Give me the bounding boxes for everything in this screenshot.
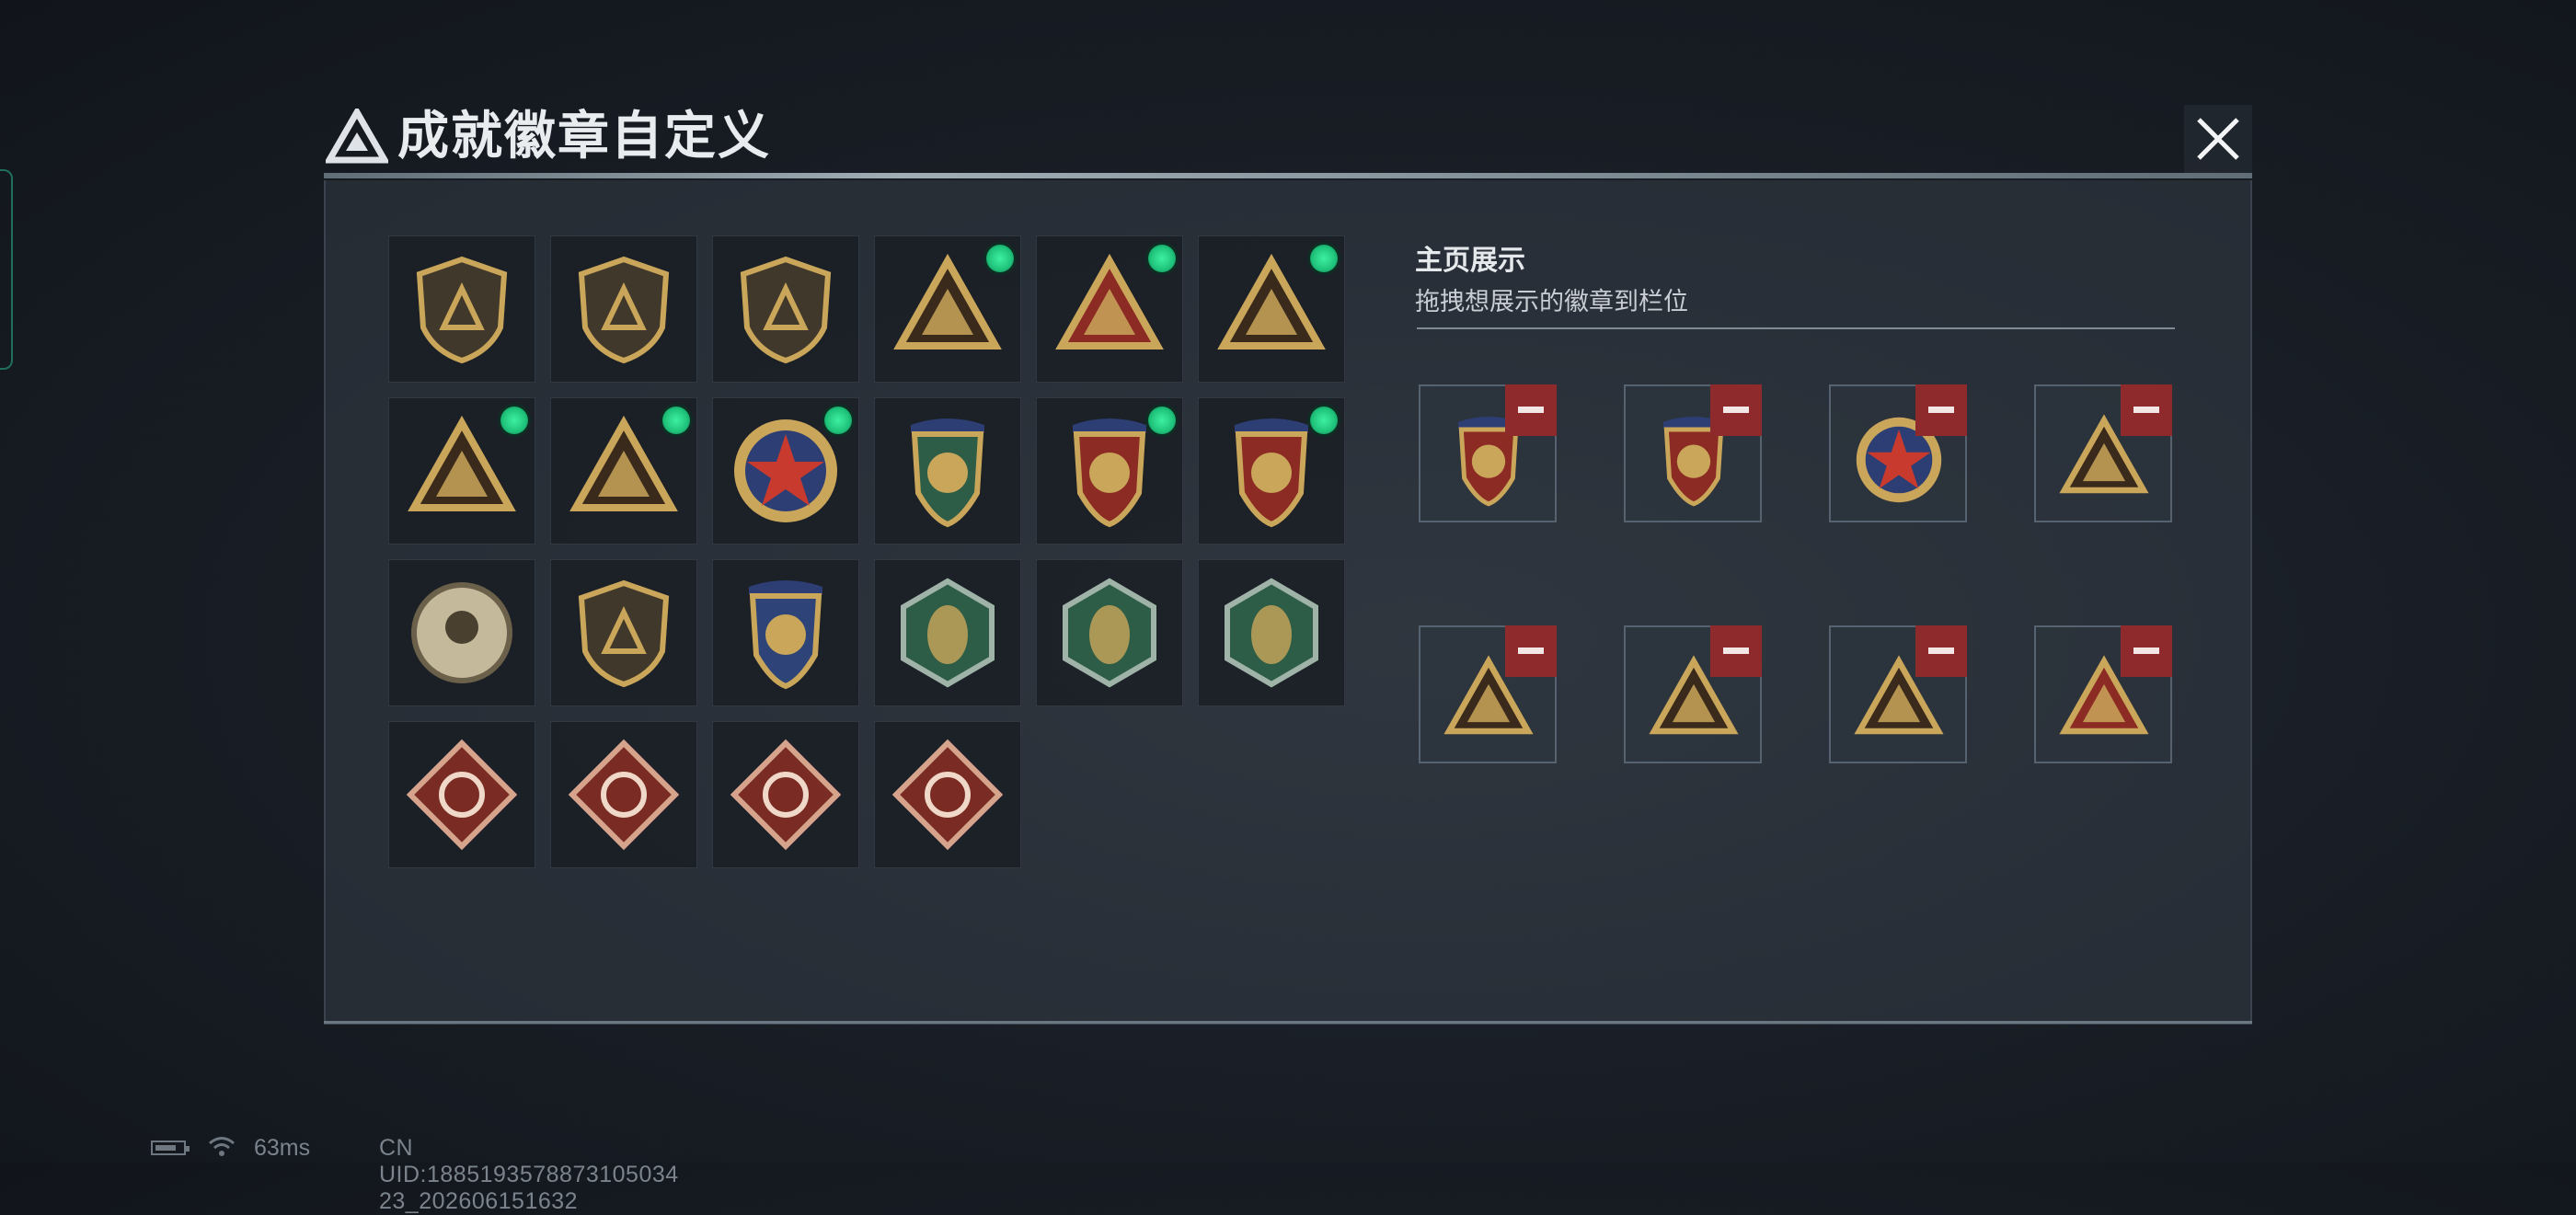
badge-slot[interactable] [550,559,697,706]
equipped-indicator [662,407,690,434]
runner-diamond-badge-icon [568,739,680,851]
remove-badge-button[interactable] [1915,384,1967,436]
badge-slot[interactable] [550,235,697,383]
remove-badge-button[interactable] [1915,625,1967,677]
side-panel-tab[interactable] [0,169,13,370]
wifi-icon [209,1137,235,1156]
badge-slot[interactable] [388,559,535,706]
badge-slot[interactable] [388,721,535,868]
badge-slot[interactable] [712,721,859,868]
showcase-divider [1417,327,2175,329]
showcase-slot[interactable] [2034,625,2172,763]
dragon-diamond-badge-icon [406,739,518,851]
showcase-slot[interactable] [1829,625,1967,763]
badge-slot[interactable] [874,559,1021,706]
badge-slot[interactable] [712,559,859,706]
showcase-subtitle: 拖拽想展示的徽章到栏位 [1415,288,1688,315]
badge-slot[interactable] [1198,235,1345,383]
badge-slot[interactable] [874,397,1021,544]
equipped-indicator [824,407,852,434]
skull-round-badge-icon [411,582,512,683]
badge-slot[interactable] [712,235,859,383]
badge-slot[interactable] [550,721,697,868]
badge-slot[interactable] [874,235,1021,383]
showcase-slot[interactable] [2034,384,2172,522]
hornet-hexagon-badge-icon [1063,578,1156,688]
showcase-slot[interactable] [1624,384,1762,522]
close-button[interactable] [2184,105,2252,173]
badge-slot[interactable] [1036,559,1183,706]
remove-badge-button[interactable] [2121,384,2172,436]
triangle-logo-icon [326,109,388,164]
badge-slot[interactable] [1036,235,1183,383]
dialog-title: 成就徽章自定义 [397,107,771,165]
remove-badge-button[interactable] [1505,384,1557,436]
dialog-bottom-divider [324,1021,2252,1024]
equipped-indicator [1310,245,1338,272]
remove-badge-button[interactable] [1710,384,1762,436]
green-crest-badge-icon [911,418,984,528]
showcase-slot[interactable] [1829,384,1967,522]
showcase-slot[interactable] [1419,384,1557,522]
wrench-diamond-badge-icon [891,739,1004,851]
latency-readout: 63ms [254,1135,311,1161]
blue-wing-crest-badge-icon [749,580,822,690]
showcase-title: 主页展示 [1415,246,1525,276]
header-divider [324,173,2252,178]
dagger-shield-badge-icon [740,256,832,364]
triangle-shield-badge-icon [416,256,508,364]
badge-slot[interactable] [1036,397,1183,544]
user-uid: CN UID:1885193578873105034​23_2026061516… [379,1135,679,1214]
remove-badge-button[interactable] [1710,625,1762,677]
badge-slot[interactable] [388,235,535,383]
battery-icon [151,1140,190,1155]
medic-hexagon-badge-icon [1225,578,1318,688]
badge-slot[interactable] [388,397,535,544]
rifle-shield-badge-icon [578,579,670,688]
dialog-header: 成就徽章自定义 [324,96,2252,178]
equipped-indicator [500,407,528,434]
badge-slot[interactable] [550,397,697,544]
helicopter-shield-badge-icon [578,256,670,364]
badge-slot[interactable] [1198,397,1345,544]
badge-slot[interactable] [712,397,859,544]
equipped-indicator [986,245,1014,272]
showcase-slot[interactable] [1624,625,1762,763]
remove-badge-button[interactable] [2121,625,2172,677]
badge-slot[interactable] [874,721,1021,868]
badge-slot[interactable] [1198,559,1345,706]
wasp-hexagon-badge-icon [901,578,995,688]
remove-badge-button[interactable] [1505,625,1557,677]
equipped-indicator [1310,407,1338,434]
close-icon [2197,118,2239,160]
showcase-slot[interactable] [1419,625,1557,763]
equipped-indicator [1148,245,1176,272]
equipped-indicator [1148,407,1176,434]
crossed-weapons-diamond-badge-icon [730,739,842,851]
